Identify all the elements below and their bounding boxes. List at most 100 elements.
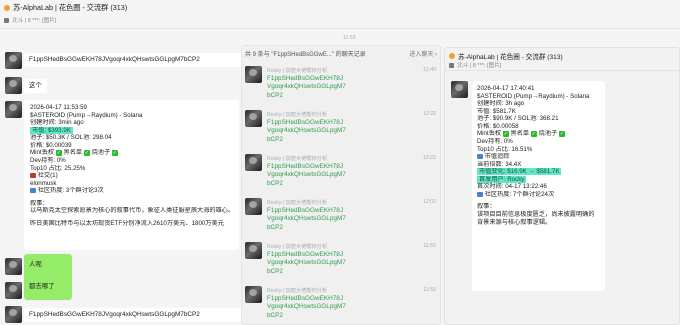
card-dev: Dev持有: 0% — [30, 156, 66, 164]
forward-item-name: Rocky | 加密大佬帮你分析 — [267, 200, 328, 206]
enter-chat-link[interactable]: 进入聊天 › — [409, 49, 437, 58]
avatar[interactable] — [5, 258, 22, 275]
forward-header: 共 9 条与 "F1ppSHedBsGGwE..." 的聊天记录 进入聊天 › — [245, 49, 437, 61]
card-burn-pool: 烧池子 — [91, 149, 111, 157]
message-bubble-green[interactable]: 人呢 都去哪了 — [24, 254, 72, 300]
avatar — [245, 198, 262, 215]
forward-item-text: F1ppSHedBsGGwEKH78JVgoqr4xkQHswtsGGLpgM7… — [267, 295, 346, 319]
card-market-cap: 市值: $393.9K — [30, 126, 73, 134]
panel-title: 苏-AlphaLab | 花色圈 - 交流群 (313) — [449, 51, 563, 61]
check-icon: ✓ — [530, 130, 537, 137]
card-first-caller: 首发用户: Rocky — [477, 175, 527, 183]
panel-subtitle-text: 北斗 | 8 ***: [图片] — [457, 63, 502, 69]
subtitle-avatar — [449, 62, 454, 68]
group-icon — [4, 5, 10, 11]
card-created: 创建时间: 3h ago — [477, 100, 525, 108]
timestamp-divider: 11:53 — [343, 35, 356, 41]
forward-item[interactable]: Rocky | 加密大佬帮你分析 11:55 F1ppSHedBsGGwEKH7… — [245, 240, 439, 275]
card-community: 社区热度: 7个群讨论24次 — [484, 190, 555, 198]
card-time: 2026-04-17 17:40:41 — [477, 85, 535, 92]
panel-divider — [445, 70, 679, 71]
group-icon — [449, 53, 455, 59]
forward-item-time: 12:22 — [423, 155, 436, 161]
panel-subtitle: 北斗 | 8 ***: [图片] — [449, 61, 501, 69]
chart-icon — [477, 153, 483, 159]
avatar[interactable] — [5, 101, 22, 118]
card-community: 社区热度: 3个群讨论3次 — [37, 187, 104, 195]
check-icon: ✓ — [111, 149, 118, 156]
card-market-cap: 市值: $581.7K — [477, 107, 516, 115]
avatar[interactable] — [5, 77, 22, 94]
avatar[interactable] — [5, 306, 22, 323]
forward-item-name: Rocky | 加密大佬帮你分析 — [267, 244, 328, 250]
avatar — [245, 110, 262, 127]
chat-title-text: 苏-AlphaLab | 花色圈 - 交流群 (313) — [13, 3, 128, 12]
token-info-card[interactable]: 2026-04-17 11:53:59 $ASTEROID (Pump→Rayd… — [24, 100, 239, 250]
forward-item-time: 12:02 — [423, 199, 436, 205]
card-kol-name: elonmusk — [30, 179, 57, 187]
card-market-track: 市值追踪 — [484, 153, 510, 161]
card-dev: Dev持有: 0% — [477, 137, 513, 145]
chat-title[interactable]: 苏-AlphaLab | 花色圈 - 交流群 (313) — [4, 3, 127, 13]
message-bubble-text[interactable]: 这个 — [24, 79, 47, 93]
forward-item-name: Rocky | 加密大佬帮你分析 — [267, 112, 328, 118]
card-pool: 池子: $90.9K / SOL池: 368.21 — [477, 115, 559, 123]
avatar[interactable] — [451, 81, 468, 98]
forward-item[interactable]: Rocky | 加密大佬帮你分析 11:53 F1ppSHedBsGGwEKH7… — [245, 284, 439, 319]
header-divider — [0, 28, 680, 29]
community-icon — [30, 188, 36, 194]
card-mcap-change: 市值变化: $16.9K → $581.7K — [477, 168, 562, 176]
forward-item-name: Rocky | 加密大佬帮你分析 — [267, 288, 328, 294]
forward-item-text: F1ppSHedBsGGwEKH78JVgoqr4xkQHswtsGGLpgM7… — [267, 251, 346, 275]
forwarded-chat-history[interactable]: 共 9 条与 "F1ppSHedBsGGwE..." 的聊天记录 进入聊天 › … — [241, 45, 441, 325]
card-narrative: 该项目目前信息极度匮乏，尚未披露明确的背景来源与核心叙事逻辑。 — [477, 211, 595, 226]
check-icon: ✓ — [502, 130, 509, 137]
subtitle-avatar — [4, 17, 9, 23]
forward-item-text: F1ppSHedBsGGwEKH78JVgoqr4xkQHswtsGGLpgM7… — [267, 75, 346, 99]
forward-item-time: 12:22 — [423, 111, 436, 117]
card-top10: Top10 占比: 25.25% — [30, 164, 86, 172]
forward-item-name: Rocky | 加密大佬帮你分析 — [267, 156, 328, 162]
forward-item[interactable]: Rocky | 加密大佬帮你分析 12:02 F1ppSHedBsGGwEKH7… — [245, 196, 439, 231]
card-pool: 池子: $50.3K / SOL池: 298.04 — [30, 134, 112, 142]
forward-header-text: 共 9 条与 "F1ppSHedBsGGwE..." 的聊天记录 — [245, 52, 366, 58]
forward-item-time: 12:40 — [423, 67, 436, 73]
message-text-2: 都去哪了 — [29, 283, 55, 290]
card-token: $ASTEROID (Pump→Raydium) - Solana — [30, 111, 143, 119]
message-bubble-contract[interactable]: F1ppSHedBsGGwEKH78JVgoqr4xkQHswtsGGLpgM7… — [24, 53, 244, 67]
panel-title-text: 苏-AlphaLab | 花色圈 - 交流群 (313) — [458, 54, 563, 61]
message-bubble-contract[interactable]: F1ppSHedBsGGwEKH78JVgoqr4xkQHswtsGGLpgM7… — [24, 308, 244, 322]
card-narrative: 以马斯克太空探索愿景为核心的叙事代币，象征人类征服星辰大海的雄心。 — [30, 207, 233, 215]
card-blacklist: 黑名单 — [63, 149, 83, 157]
forward-item-time: 11:53 — [423, 287, 436, 293]
chat-header: 苏-AlphaLab | 花色圈 - 交流群 (313) 北斗 | 8 ***:… — [0, 0, 680, 26]
forward-item[interactable]: Rocky | 加密大佬帮你分析 12:22 F1ppSHedBsGGwEKH7… — [245, 152, 439, 187]
forward-item-time: 11:55 — [423, 243, 436, 249]
message-text-1: 人呢 — [29, 261, 42, 268]
card-price: 价格: $0.00039 — [30, 141, 72, 149]
card-kol: 社交(1) — [37, 172, 58, 180]
avatar[interactable] — [5, 282, 22, 299]
social-icon — [30, 172, 36, 178]
avatar — [245, 286, 262, 303]
forward-item-name: Rocky | 加密大佬帮你分析 — [267, 68, 328, 74]
card-narrative-head: 叙事： — [30, 199, 49, 207]
card-price: 价格: $0.00058 — [477, 122, 519, 130]
check-icon: ✓ — [558, 130, 565, 137]
card-blacklist: 黑名单 — [510, 130, 530, 138]
card-news: 昨日美国比特币与以太坊现货ETF分别净流入2610万美元、1800万美元 — [30, 219, 224, 227]
forward-item-text: F1ppSHedBsGGwEKH78JVgoqr4xkQHswtsGGLpgM7… — [267, 207, 346, 231]
chat-preview-panel[interactable]: 苏-AlphaLab | 花色圈 - 交流群 (313) 北斗 | 8 ***:… — [444, 47, 680, 325]
avatar[interactable] — [5, 52, 22, 69]
forward-item-text: F1ppSHedBsGGwEKH78JVgoqr4xkQHswtsGGLpgM7… — [267, 163, 346, 187]
check-icon: ✓ — [83, 149, 90, 156]
card-first-time: 首次时间: 04-17 13:22:46 — [477, 183, 547, 191]
avatar — [245, 66, 262, 83]
check-icon: ✓ — [55, 149, 62, 156]
forward-item[interactable]: Rocky | 加密大佬帮你分析 12:40 F1ppSHedBsGGwEKH7… — [245, 64, 439, 99]
card-burn-pool: 烧池子 — [538, 130, 558, 138]
chat-subtitle-text: 北斗 | 8 ***: [图片] — [12, 18, 57, 24]
forward-item[interactable]: Rocky | 加密大佬帮你分析 12:22 F1ppSHedBsGGwEKH7… — [245, 108, 439, 143]
token-info-card[interactable]: 2026-04-17 17:40:41 $ASTEROID (Pump→Rayd… — [472, 81, 605, 291]
chat-subtitle: 北斗 | 8 ***: [图片] — [4, 16, 56, 24]
